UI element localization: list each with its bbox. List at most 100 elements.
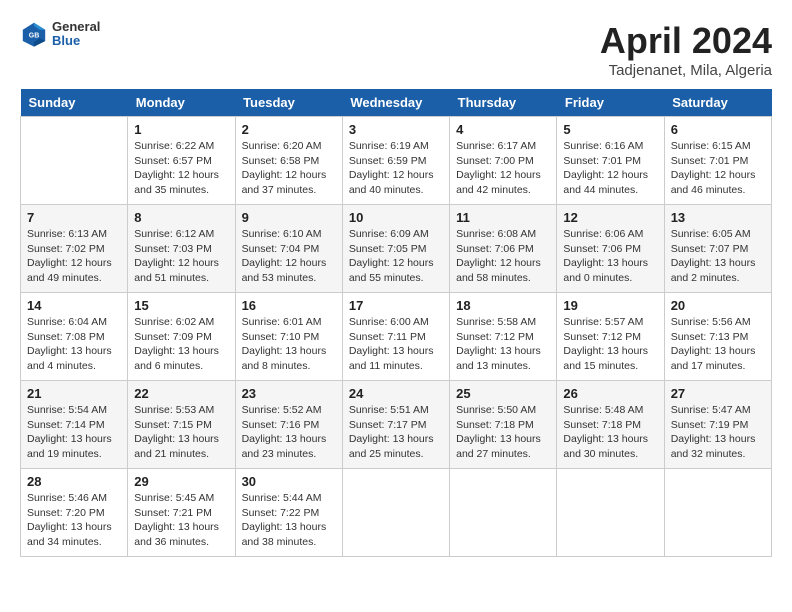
day-number: 30 [242,474,336,489]
day-number: 21 [27,386,121,401]
day-number: 16 [242,298,336,313]
day-info: Sunrise: 6:13 AM Sunset: 7:02 PM Dayligh… [27,227,121,286]
calendar-week-row: 1 Sunrise: 6:22 AM Sunset: 6:57 PM Daylig… [21,117,772,205]
calendar-day-cell: 6 Sunrise: 6:15 AM Sunset: 7:01 PM Daylig… [664,117,771,205]
calendar-day-cell: 23 Sunrise: 5:52 AM Sunset: 7:16 PM Dayli… [235,381,342,469]
day-number: 24 [349,386,443,401]
calendar-day-cell: 30 Sunrise: 5:44 AM Sunset: 7:22 PM Dayli… [235,469,342,557]
location: Tadjenanet, Mila, Algeria [600,62,772,79]
day-number: 29 [134,474,228,489]
calendar-day-cell: 28 Sunrise: 5:46 AM Sunset: 7:20 PM Dayli… [21,469,128,557]
calendar-table: SundayMondayTuesdayWednesdayThursdayFrid… [20,89,772,557]
calendar-day-cell: 15 Sunrise: 6:02 AM Sunset: 7:09 PM Dayli… [128,293,235,381]
logo: GB General Blue [20,20,100,49]
day-number: 18 [456,298,550,313]
calendar-day-cell [450,469,557,557]
day-info: Sunrise: 5:46 AM Sunset: 7:20 PM Dayligh… [27,491,121,550]
day-info: Sunrise: 5:58 AM Sunset: 7:12 PM Dayligh… [456,315,550,374]
day-number: 1 [134,122,228,137]
day-number: 8 [134,210,228,225]
day-number: 23 [242,386,336,401]
day-info: Sunrise: 5:56 AM Sunset: 7:13 PM Dayligh… [671,315,765,374]
day-info: Sunrise: 6:09 AM Sunset: 7:05 PM Dayligh… [349,227,443,286]
day-info: Sunrise: 6:02 AM Sunset: 7:09 PM Dayligh… [134,315,228,374]
day-info: Sunrise: 5:52 AM Sunset: 7:16 PM Dayligh… [242,403,336,462]
day-info: Sunrise: 5:44 AM Sunset: 7:22 PM Dayligh… [242,491,336,550]
day-info: Sunrise: 6:00 AM Sunset: 7:11 PM Dayligh… [349,315,443,374]
day-number: 12 [563,210,657,225]
day-info: Sunrise: 6:06 AM Sunset: 7:06 PM Dayligh… [563,227,657,286]
day-info: Sunrise: 6:22 AM Sunset: 6:57 PM Dayligh… [134,139,228,198]
day-info: Sunrise: 5:57 AM Sunset: 7:12 PM Dayligh… [563,315,657,374]
day-number: 25 [456,386,550,401]
day-number: 6 [671,122,765,137]
day-info: Sunrise: 5:47 AM Sunset: 7:19 PM Dayligh… [671,403,765,462]
calendar-day-cell [21,117,128,205]
day-number: 13 [671,210,765,225]
calendar-day-cell: 19 Sunrise: 5:57 AM Sunset: 7:12 PM Dayli… [557,293,664,381]
weekday-header: Sunday [21,89,128,117]
day-info: Sunrise: 5:48 AM Sunset: 7:18 PM Dayligh… [563,403,657,462]
calendar-day-cell: 29 Sunrise: 5:45 AM Sunset: 7:21 PM Dayli… [128,469,235,557]
weekday-header-row: SundayMondayTuesdayWednesdayThursdayFrid… [21,89,772,117]
calendar-day-cell: 2 Sunrise: 6:20 AM Sunset: 6:58 PM Daylig… [235,117,342,205]
calendar-week-row: 7 Sunrise: 6:13 AM Sunset: 7:02 PM Daylig… [21,205,772,293]
day-info: Sunrise: 5:51 AM Sunset: 7:17 PM Dayligh… [349,403,443,462]
day-info: Sunrise: 5:53 AM Sunset: 7:15 PM Dayligh… [134,403,228,462]
day-number: 19 [563,298,657,313]
calendar-day-cell: 22 Sunrise: 5:53 AM Sunset: 7:15 PM Dayli… [128,381,235,469]
day-number: 4 [456,122,550,137]
weekday-header: Saturday [664,89,771,117]
day-info: Sunrise: 6:19 AM Sunset: 6:59 PM Dayligh… [349,139,443,198]
day-number: 20 [671,298,765,313]
calendar-week-row: 21 Sunrise: 5:54 AM Sunset: 7:14 PM Dayli… [21,381,772,469]
calendar-day-cell: 7 Sunrise: 6:13 AM Sunset: 7:02 PM Daylig… [21,205,128,293]
calendar-day-cell: 16Sunrise: 6:01 AM Sunset: 7:10 PM Dayli… [235,293,342,381]
title-block: April 2024 Tadjenanet, Mila, Algeria [600,20,772,79]
weekday-header: Monday [128,89,235,117]
logo-icon: GB [20,20,48,48]
calendar-day-cell: 12 Sunrise: 6:06 AM Sunset: 7:06 PM Dayli… [557,205,664,293]
calendar-day-cell: 1 Sunrise: 6:22 AM Sunset: 6:57 PM Daylig… [128,117,235,205]
day-number: 22 [134,386,228,401]
day-number: 28 [27,474,121,489]
svg-text:GB: GB [29,33,40,40]
calendar-day-cell: 8Sunrise: 6:12 AM Sunset: 7:03 PM Daylig… [128,205,235,293]
calendar-day-cell: 20 Sunrise: 5:56 AM Sunset: 7:13 PM Dayli… [664,293,771,381]
calendar-day-cell [664,469,771,557]
calendar-week-row: 14Sunrise: 6:04 AM Sunset: 7:08 PM Dayli… [21,293,772,381]
calendar-day-cell: 21 Sunrise: 5:54 AM Sunset: 7:14 PM Dayli… [21,381,128,469]
day-number: 9 [242,210,336,225]
calendar-day-cell: 13 Sunrise: 6:05 AM Sunset: 7:07 PM Dayli… [664,205,771,293]
day-number: 15 [134,298,228,313]
month-title: April 2024 [600,20,772,62]
calendar-day-cell: 18 Sunrise: 5:58 AM Sunset: 7:12 PM Dayli… [450,293,557,381]
day-info: Sunrise: 6:08 AM Sunset: 7:06 PM Dayligh… [456,227,550,286]
calendar-day-cell: 27 Sunrise: 5:47 AM Sunset: 7:19 PM Dayli… [664,381,771,469]
day-number: 14 [27,298,121,313]
day-number: 27 [671,386,765,401]
day-info: Sunrise: 6:20 AM Sunset: 6:58 PM Dayligh… [242,139,336,198]
day-info: Sunrise: 5:45 AM Sunset: 7:21 PM Dayligh… [134,491,228,550]
weekday-header: Tuesday [235,89,342,117]
calendar-day-cell: 5Sunrise: 6:16 AM Sunset: 7:01 PM Daylig… [557,117,664,205]
calendar-day-cell: 10Sunrise: 6:09 AM Sunset: 7:05 PM Dayli… [342,205,449,293]
weekday-header: Thursday [450,89,557,117]
calendar-day-cell [342,469,449,557]
calendar-day-cell: 26 Sunrise: 5:48 AM Sunset: 7:18 PM Dayli… [557,381,664,469]
day-number: 3 [349,122,443,137]
calendar-day-cell: 11 Sunrise: 6:08 AM Sunset: 7:06 PM Dayli… [450,205,557,293]
calendar-day-cell: 3 Sunrise: 6:19 AM Sunset: 6:59 PM Daylig… [342,117,449,205]
day-info: Sunrise: 5:54 AM Sunset: 7:14 PM Dayligh… [27,403,121,462]
day-info: Sunrise: 6:17 AM Sunset: 7:00 PM Dayligh… [456,139,550,198]
day-number: 2 [242,122,336,137]
day-info: Sunrise: 6:15 AM Sunset: 7:01 PM Dayligh… [671,139,765,198]
day-number: 7 [27,210,121,225]
day-number: 26 [563,386,657,401]
calendar-day-cell [557,469,664,557]
calendar-day-cell: 24 Sunrise: 5:51 AM Sunset: 7:17 PM Dayli… [342,381,449,469]
logo-text: General Blue [52,20,100,49]
day-info: Sunrise: 6:05 AM Sunset: 7:07 PM Dayligh… [671,227,765,286]
day-number: 11 [456,210,550,225]
calendar-day-cell: 4 Sunrise: 6:17 AM Sunset: 7:00 PM Daylig… [450,117,557,205]
